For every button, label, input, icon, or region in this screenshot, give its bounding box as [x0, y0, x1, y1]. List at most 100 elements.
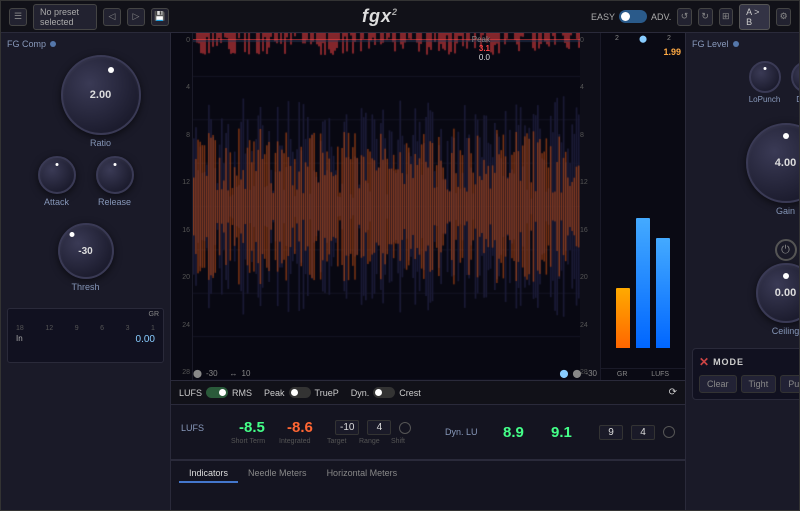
- lo-punch-group: LoPunch: [749, 61, 781, 104]
- tab-needle-meters[interactable]: Needle Meters: [238, 465, 317, 483]
- release-knob[interactable]: [96, 156, 134, 194]
- lufs-bottom-label: LUFS: [651, 371, 669, 378]
- com-label: COM: [692, 110, 799, 119]
- detail-knob[interactable]: [791, 61, 800, 93]
- dyn-toggle[interactable]: [373, 387, 395, 398]
- dyn-readings-section: Dyn. LU 8.9 9.1 9 4: [445, 424, 675, 441]
- top-bar-center: fgx2: [175, 6, 585, 27]
- bottom-scale-indicators: ⬤ -30 ↔ 10: [193, 369, 250, 378]
- meter-toggle-row: LUFS RMS Peak TrueP Dyn. Crest ⟳: [171, 381, 685, 405]
- attack-label: Attack: [44, 197, 69, 207]
- save-icon[interactable]: 💾: [151, 8, 169, 26]
- mode-tight-btn[interactable]: Tight: [741, 375, 777, 393]
- thresh-knob-container: -30 Thresh: [7, 223, 164, 292]
- mode-section: ✕ MODE Clear Tight Punchy Loud: [692, 348, 799, 400]
- arrow-right-icon[interactable]: ▷: [127, 8, 145, 26]
- dyn-value: 8.9: [503, 424, 543, 441]
- power-button[interactable]: ⏻: [775, 239, 797, 261]
- top-bar: ☰ No preset selected ◁ ▷ 💾 fgx2 EASY ADV…: [1, 1, 799, 33]
- attack-knob-dot: [55, 163, 58, 166]
- release-knob-container: Release: [96, 156, 134, 207]
- comp-indicator-dot: [50, 41, 56, 47]
- top-bar-right: EASY ADV. ↺ ↻ ⊞ A > B ⚙: [591, 4, 791, 30]
- easy-toggle-group: EASY ADV.: [591, 10, 671, 23]
- shift-label: Shift: [391, 438, 415, 445]
- gain-label: Gain: [776, 206, 795, 216]
- peak-value: 0.0: [479, 53, 490, 62]
- lo-punch-detail-row: LoPunch Detail: [692, 61, 799, 104]
- mode-x-icon: ✕: [699, 355, 709, 369]
- easy-adv-toggle[interactable]: [619, 10, 647, 23]
- compare-icon[interactable]: ⊞: [719, 8, 734, 26]
- short-term-label: Short Term: [231, 438, 271, 445]
- mode-buttons: Clear Tight Punchy Loud: [699, 375, 799, 393]
- lufs-sub-labels: Short Term Integrated Target Range Shift: [231, 438, 415, 445]
- lufs-toggle-group: LUFS RMS: [179, 387, 252, 398]
- mode-header: ✕ MODE: [699, 355, 799, 369]
- clip-line: [193, 39, 580, 40]
- tabs-row: Indicators Needle Meters Horizontal Mete…: [171, 460, 685, 487]
- lufs-bar-right-fill: [656, 238, 670, 348]
- attack-knob[interactable]: [38, 156, 76, 194]
- integrated-label: Integrated: [279, 438, 319, 445]
- target-value: -10: [335, 420, 359, 435]
- undo-icon[interactable]: ↺: [677, 8, 692, 26]
- gain-knob-container: 4.00 Gain: [692, 123, 799, 216]
- in-label: In: [16, 334, 23, 345]
- gr-bar-fill: [616, 288, 630, 348]
- release-knob-dot: [113, 163, 116, 166]
- arrow-left-icon[interactable]: ◁: [103, 8, 121, 26]
- redo-icon[interactable]: ↻: [698, 8, 713, 26]
- release-label: Release: [98, 197, 131, 207]
- center-panel: 0 4 8 12 16 20 24 28 Peak: [171, 33, 685, 510]
- gain-dot: [783, 133, 789, 139]
- thresh-knob[interactable]: -30: [58, 223, 114, 279]
- gr-value: 0.00: [136, 334, 155, 345]
- target-label: Target: [327, 438, 351, 445]
- display-area: 0 4 8 12 16 20 24 28 Peak: [171, 33, 685, 380]
- preset-selector[interactable]: No preset selected: [33, 4, 97, 30]
- waveform-main: Peak 3.1 0.0: [193, 33, 580, 380]
- lufs-bottom-labels: GR LUFS: [601, 368, 685, 380]
- peak-toggle-label: Peak: [264, 388, 285, 398]
- dyn-row: Dyn. LU 8.9 9.1 9 4: [445, 424, 675, 441]
- lufs-integrated-value: -8.6: [287, 419, 327, 436]
- mode-clear-btn[interactable]: Clear: [699, 375, 737, 393]
- ab-button[interactable]: A > B: [739, 4, 770, 30]
- bottom-right-indicators: ⬤ ⬤ -30: [560, 369, 597, 378]
- ceiling-value: 0.00: [775, 287, 796, 299]
- gr-title: GR: [149, 311, 160, 318]
- v-scale-right: 0 4 8 12 16 20 24 28: [580, 33, 600, 380]
- attack-knob-container: Attack: [38, 156, 76, 207]
- ratio-label: Ratio: [90, 138, 111, 148]
- dyn-circle-btn[interactable]: [663, 426, 675, 438]
- lo-punch-dot: [763, 67, 766, 70]
- lo-punch-knob[interactable]: [749, 61, 781, 93]
- gain-knob[interactable]: 4.00: [746, 123, 800, 203]
- range-value: 4: [367, 420, 391, 435]
- dyn-toggle-group: Dyn. Crest: [351, 387, 421, 398]
- ceiling-label: Ceiling: [772, 326, 799, 336]
- ratio-knob[interactable]: 2.00: [61, 55, 141, 135]
- dyn-value2: 9.1: [551, 424, 591, 441]
- ratio-value: 2.00: [90, 89, 111, 101]
- right-panel: FG Level LoPunch Detail: [685, 33, 799, 510]
- ceiling-knob[interactable]: 0.00: [756, 263, 800, 323]
- tab-indicators[interactable]: Indicators: [179, 465, 238, 483]
- settings-icon[interactable]: ⚙: [776, 8, 791, 26]
- refresh-icon[interactable]: ⟳: [669, 387, 677, 398]
- lufs-circle-btn[interactable]: [399, 422, 411, 434]
- peak-toggle[interactable]: [289, 387, 311, 398]
- tab-horizontal-meters[interactable]: Horizontal Meters: [317, 465, 408, 483]
- lufs-readings-section: LUFS -8.5 -8.6 -10 4 Short Term Integrat…: [181, 419, 415, 445]
- mode-punchy-btn[interactable]: Punchy: [780, 375, 799, 393]
- crest-toggle-label: Crest: [399, 388, 421, 398]
- dyn-toggle-label: Dyn.: [351, 388, 370, 398]
- lufs-short-value: -8.5: [239, 419, 279, 436]
- lufs-toggle-label: LUFS: [179, 388, 202, 398]
- level-indicator-dot: [733, 41, 739, 47]
- menu-icon[interactable]: ☰: [9, 8, 27, 26]
- lufs-toggle[interactable]: [206, 387, 228, 398]
- detail-group: Detail: [791, 61, 800, 104]
- ratio-knob-dot: [108, 67, 114, 73]
